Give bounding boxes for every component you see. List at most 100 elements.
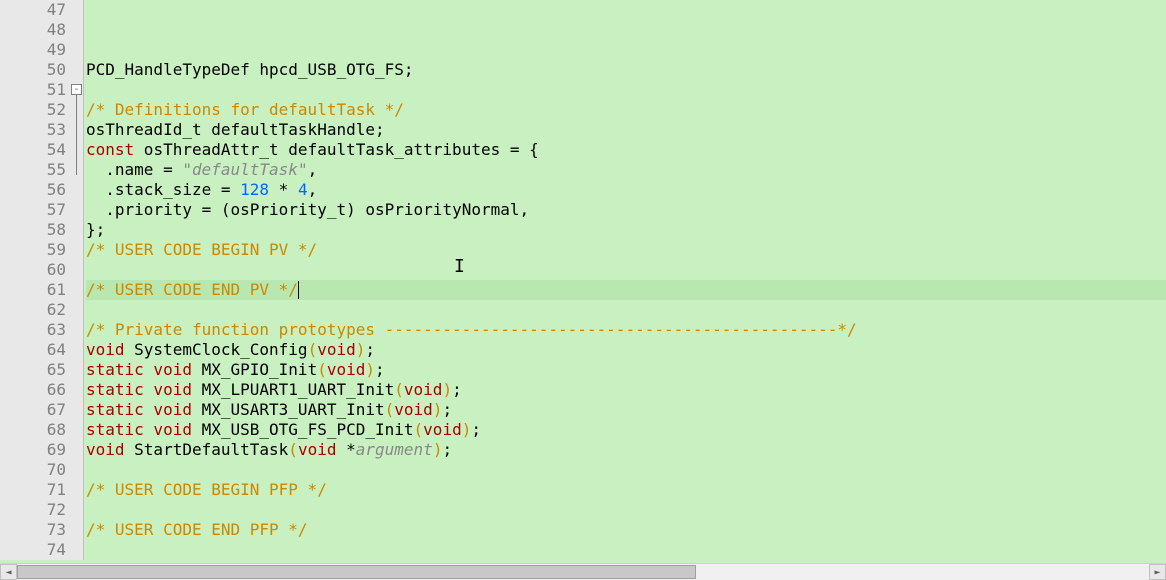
token: * bbox=[269, 180, 298, 199]
token: osThreadId_t defaultTaskHandle bbox=[86, 120, 375, 139]
code-line[interactable]: PCD_HandleTypeDef hpcd_USB_OTG_FS; bbox=[86, 60, 1166, 80]
token: ) bbox=[433, 440, 443, 459]
code-line[interactable]: void StartDefaultTask(void *argument); bbox=[86, 440, 1166, 460]
code-line[interactable]: static void MX_LPUART1_UART_Init(void); bbox=[86, 380, 1166, 400]
fold-column[interactable]: - bbox=[70, 0, 84, 560]
token: argument bbox=[356, 440, 433, 459]
token: ( bbox=[308, 340, 318, 359]
code-line[interactable]: /* USER CODE END PV */ bbox=[86, 280, 1166, 300]
token: void bbox=[327, 360, 366, 379]
token: const bbox=[86, 140, 134, 159]
token: 128 bbox=[240, 180, 269, 199]
line-number: 72 bbox=[0, 500, 66, 520]
code-line[interactable] bbox=[86, 540, 1166, 560]
token: MX_LPUART1_UART_Init bbox=[192, 380, 394, 399]
token: void bbox=[86, 340, 125, 359]
code-line[interactable]: .priority = (osPriority_t) osPriorityNor… bbox=[86, 200, 1166, 220]
line-number: 55 bbox=[0, 160, 66, 180]
horizontal-scrollbar[interactable]: ◄ ► bbox=[0, 563, 1166, 580]
code-line[interactable]: void SystemClock_Config(void); bbox=[86, 340, 1166, 360]
code-line[interactable] bbox=[86, 500, 1166, 520]
scroll-track[interactable] bbox=[17, 564, 1149, 580]
code-line[interactable]: /* USER CODE BEGIN PFP */ bbox=[86, 480, 1166, 500]
line-number: 61 bbox=[0, 280, 66, 300]
line-number: 48 bbox=[0, 20, 66, 40]
code-line[interactable]: osThreadId_t defaultTaskHandle; bbox=[86, 120, 1166, 140]
token: void bbox=[423, 420, 462, 439]
token: ( bbox=[394, 380, 404, 399]
line-number: 74 bbox=[0, 540, 66, 560]
token: /* USER CODE BEGIN PV */ bbox=[86, 240, 317, 259]
line-number: 64 bbox=[0, 340, 66, 360]
code-line[interactable]: static void MX_GPIO_Init(void); bbox=[86, 360, 1166, 380]
token: ) bbox=[442, 380, 452, 399]
code-line[interactable]: const osThreadAttr_t defaultTask_attribu… bbox=[86, 140, 1166, 160]
code-line[interactable]: }; bbox=[86, 220, 1166, 240]
token: ; bbox=[365, 340, 375, 359]
token: = { bbox=[510, 140, 539, 159]
code-line[interactable]: /* Definitions for defaultTask */ bbox=[86, 100, 1166, 120]
line-number-gutter: 4748495051525354555657585960616263646566… bbox=[0, 0, 70, 560]
code-line[interactable]: static void MX_USB_OTG_FS_PCD_Init(void)… bbox=[86, 420, 1166, 440]
token: ( bbox=[414, 420, 424, 439]
code-line[interactable]: .stack_size = 128 * 4, bbox=[86, 180, 1166, 200]
token: ) bbox=[433, 400, 443, 419]
token: static void bbox=[86, 380, 192, 399]
code-line[interactable] bbox=[86, 80, 1166, 100]
line-number: 63 bbox=[0, 320, 66, 340]
token: . bbox=[86, 160, 115, 179]
token: , bbox=[308, 160, 318, 179]
code-line[interactable] bbox=[86, 260, 1166, 280]
token: void bbox=[317, 340, 356, 359]
line-number: 57 bbox=[0, 200, 66, 220]
scroll-thumb[interactable] bbox=[17, 565, 696, 579]
fold-toggle-icon[interactable]: - bbox=[71, 84, 82, 95]
code-line[interactable] bbox=[86, 300, 1166, 320]
code-line[interactable]: /* USER CODE END PFP */ bbox=[86, 520, 1166, 540]
token: ; bbox=[471, 420, 481, 439]
token: = bbox=[163, 160, 182, 179]
code-line[interactable]: /* Private function prototypes ---------… bbox=[86, 320, 1166, 340]
token: ) bbox=[346, 200, 365, 219]
line-number: 60 bbox=[0, 260, 66, 280]
token: , bbox=[308, 180, 318, 199]
token: }; bbox=[86, 220, 105, 239]
token: MX_USART3_UART_Init bbox=[192, 400, 385, 419]
token: osThreadAttr_t defaultTask_attributes bbox=[134, 140, 510, 159]
token: static void bbox=[86, 420, 192, 439]
line-number: 70 bbox=[0, 460, 66, 480]
token: PCD_HandleTypeDef hpcd_USB_OTG_FS bbox=[86, 60, 404, 79]
token: , bbox=[520, 200, 530, 219]
token: MX_GPIO_Init bbox=[192, 360, 317, 379]
line-number: 67 bbox=[0, 400, 66, 420]
code-editor[interactable]: 4748495051525354555657585960616263646566… bbox=[0, 0, 1166, 560]
token: void bbox=[404, 380, 443, 399]
scroll-left-arrow-icon[interactable]: ◄ bbox=[0, 564, 17, 580]
token: . bbox=[86, 180, 115, 199]
token: ) bbox=[365, 360, 375, 379]
code-area[interactable]: I PCD_HandleTypeDef hpcd_USB_OTG_FS;/* D… bbox=[84, 0, 1166, 560]
line-number: 71 bbox=[0, 480, 66, 500]
line-number: 69 bbox=[0, 440, 66, 460]
line-number: 66 bbox=[0, 380, 66, 400]
scroll-right-arrow-icon[interactable]: ► bbox=[1149, 564, 1166, 580]
code-line[interactable]: .name = "defaultTask", bbox=[86, 160, 1166, 180]
line-number: 47 bbox=[0, 0, 66, 20]
line-number: 58 bbox=[0, 220, 66, 240]
code-line[interactable]: static void MX_USART3_UART_Init(void); bbox=[86, 400, 1166, 420]
token: stack_size bbox=[115, 180, 221, 199]
token: ) bbox=[356, 340, 366, 359]
line-number: 51 bbox=[0, 80, 66, 100]
token: ; bbox=[442, 400, 452, 419]
token: void bbox=[86, 440, 125, 459]
token: /* USER CODE END PV */ bbox=[86, 280, 298, 299]
line-number: 54 bbox=[0, 140, 66, 160]
line-number: 68 bbox=[0, 420, 66, 440]
token: void bbox=[298, 440, 337, 459]
code-line[interactable]: /* USER CODE BEGIN PV */ bbox=[86, 240, 1166, 260]
token: * bbox=[346, 440, 356, 459]
code-line[interactable] bbox=[86, 460, 1166, 480]
token: osPriorityNormal bbox=[365, 200, 519, 219]
token: static void bbox=[86, 400, 192, 419]
line-number: 62 bbox=[0, 300, 66, 320]
